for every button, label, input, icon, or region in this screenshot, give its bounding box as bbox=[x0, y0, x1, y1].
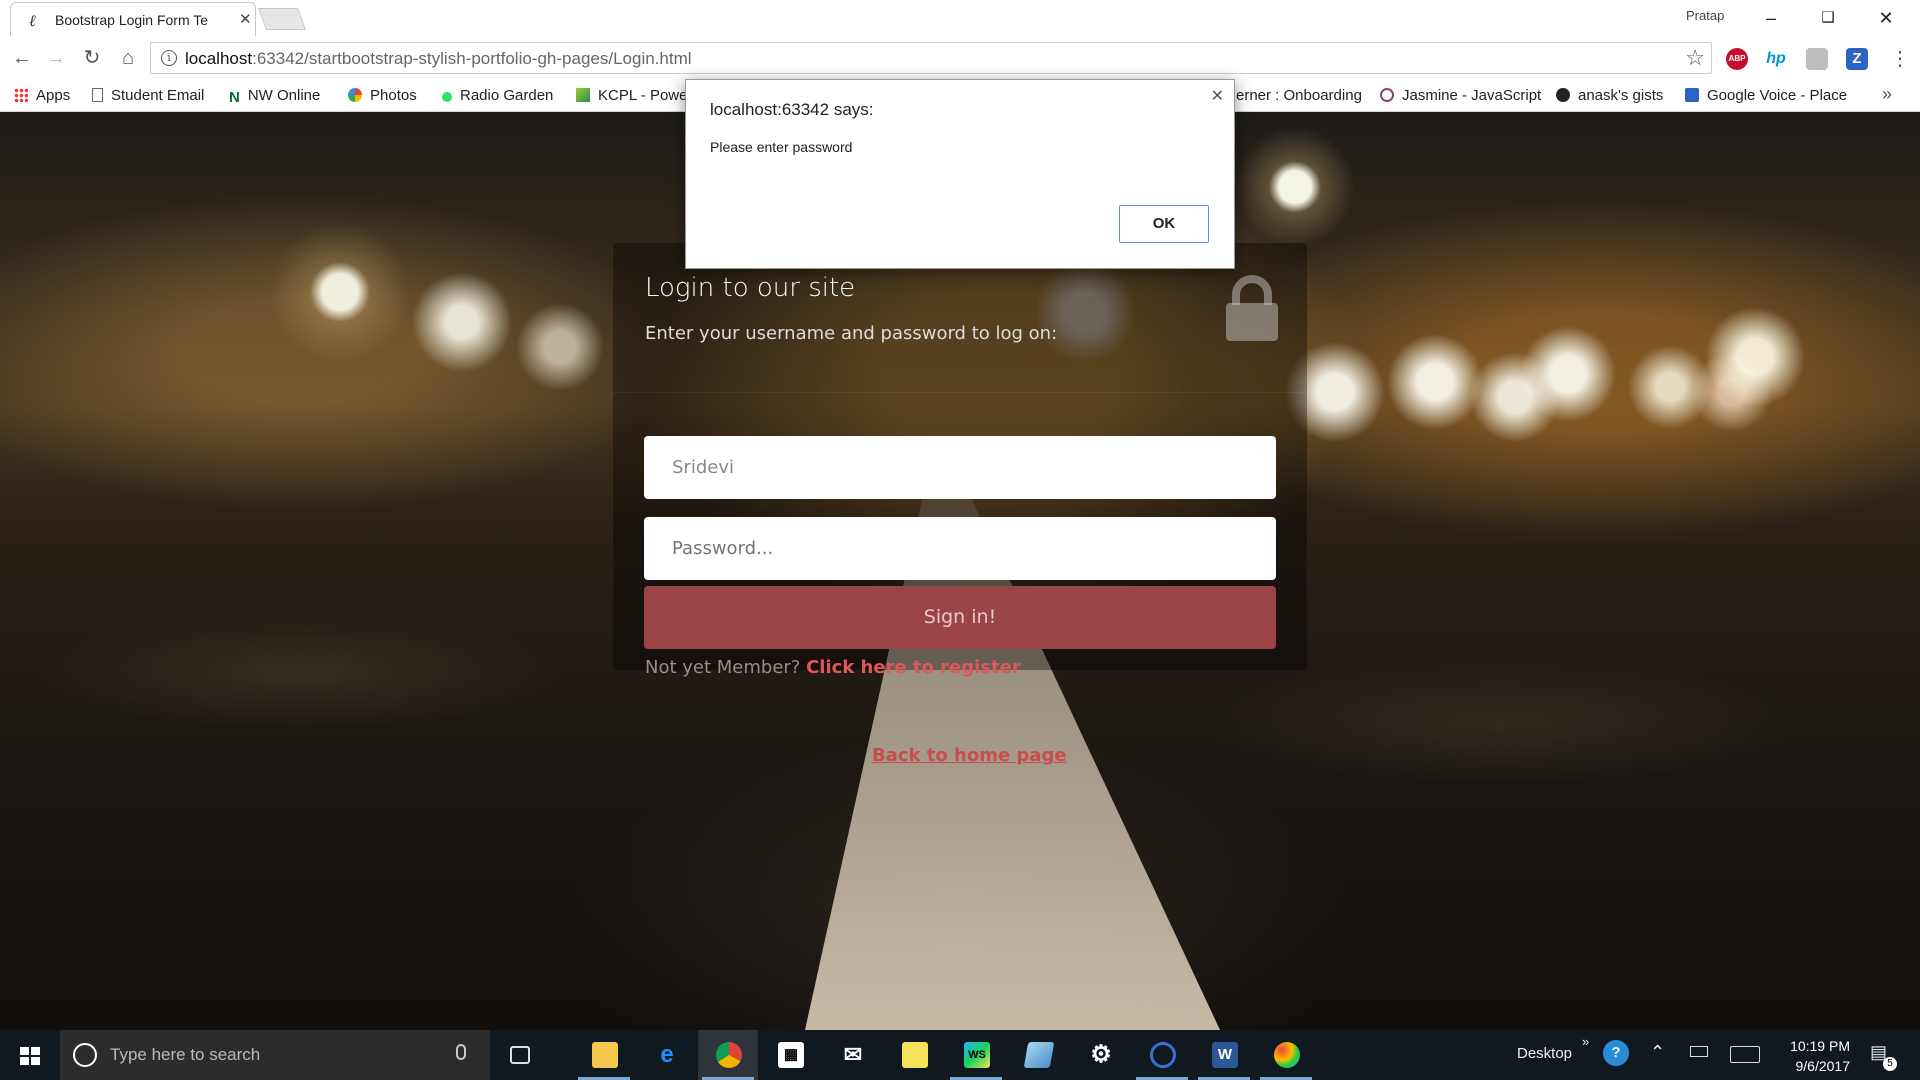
login-form: Login to our site Enter your username an… bbox=[613, 243, 1307, 670]
home-icon[interactable]: ⌂ bbox=[114, 44, 142, 72]
store-icon[interactable]: ▦ bbox=[760, 1030, 820, 1080]
browser-tab[interactable]: ℓ Bootstrap Login Form Te ✕ bbox=[10, 2, 256, 36]
bookmark-jasmine[interactable]: Jasmine - JavaScript bbox=[1380, 87, 1541, 104]
address-bar[interactable]: i localhost:63342/startbootstrap-stylish… bbox=[150, 42, 1712, 74]
password-input[interactable] bbox=[644, 517, 1276, 580]
settings-icon[interactable]: ⚙ bbox=[1070, 1030, 1130, 1080]
file-explorer-icon[interactable] bbox=[574, 1030, 634, 1080]
taskbar-search-placeholder: Type here to search bbox=[110, 1045, 261, 1064]
clock-time: 10:19 PM bbox=[1790, 1038, 1850, 1054]
edge-icon[interactable]: e bbox=[636, 1030, 696, 1080]
alert-title: localhost:63342 says: bbox=[710, 100, 874, 119]
back-icon[interactable]: ← bbox=[8, 44, 36, 72]
cortana-icon[interactable] bbox=[73, 1043, 97, 1067]
sticky-notes-icon[interactable] bbox=[884, 1030, 944, 1080]
notification-badge: 5 bbox=[1883, 1057, 1897, 1071]
alert-ok-button[interactable]: OK bbox=[1119, 205, 1209, 243]
task-view-icon[interactable] bbox=[490, 1030, 550, 1080]
github-icon bbox=[1556, 88, 1570, 102]
bookmark-apps[interactable]: Apps bbox=[14, 87, 70, 104]
adblock-icon[interactable]: ABP bbox=[1726, 48, 1748, 70]
tab-close-icon[interactable]: ✕ bbox=[239, 10, 252, 28]
page-icon bbox=[92, 88, 103, 102]
login-subtitle: Enter your username and password to log … bbox=[645, 323, 1058, 344]
word-icon[interactable]: W bbox=[1194, 1030, 1254, 1080]
bookmark-star-icon[interactable]: ☆ bbox=[1685, 45, 1705, 71]
chrome-icon[interactable] bbox=[698, 1030, 758, 1080]
bookmark-google-voice[interactable]: Google Voice - Place bbox=[1685, 87, 1863, 104]
bookmark-student-email[interactable]: Student Email bbox=[92, 87, 204, 104]
register-line: Not yet Member? Click here to register bbox=[645, 657, 1021, 678]
alert-dialog: ✕ localhost:63342 says: Please enter pas… bbox=[685, 79, 1235, 269]
bookmark-kcpl[interactable]: KCPL - Powe bbox=[576, 87, 687, 104]
toolbar-expand-icon[interactable]: » bbox=[1582, 1034, 1589, 1049]
register-link[interactable]: Click here to register bbox=[806, 657, 1021, 678]
photos-icon bbox=[348, 88, 362, 102]
zotero-icon[interactable]: Z bbox=[1846, 48, 1868, 70]
page-favicon-icon: ℓ bbox=[29, 11, 36, 30]
bookmark-anask-gists[interactable]: anask's gists bbox=[1556, 87, 1663, 104]
alert-message: Please enter password bbox=[710, 139, 853, 155]
app-icon[interactable] bbox=[1132, 1030, 1192, 1080]
keyboard-icon[interactable] bbox=[1730, 1046, 1760, 1063]
jasmine-icon bbox=[1380, 88, 1394, 102]
webstorm-icon[interactable]: WS bbox=[946, 1030, 1006, 1080]
bookmark-nw-online[interactable]: N NW Online bbox=[229, 87, 320, 106]
taskbar-search[interactable]: Type here to search bbox=[60, 1030, 490, 1080]
url-text: localhost:63342/startbootstrap-stylish-p… bbox=[185, 49, 692, 68]
nw-logo-icon: N bbox=[229, 89, 240, 106]
browser-titlebar: ℓ Bootstrap Login Form Te ✕ Pratap – ❏ ✕ bbox=[0, 0, 1920, 36]
google-voice-icon bbox=[1685, 88, 1699, 102]
desktop-toolbar-label[interactable]: Desktop bbox=[1517, 1045, 1572, 1062]
new-tab-button[interactable] bbox=[257, 8, 307, 30]
bookmark-photos[interactable]: Photos bbox=[348, 87, 417, 104]
info-icon[interactable]: i bbox=[161, 50, 177, 66]
paint-icon[interactable] bbox=[1256, 1030, 1316, 1080]
battery-icon[interactable] bbox=[1690, 1046, 1708, 1057]
username-input[interactable] bbox=[644, 436, 1276, 499]
more-bookmarks-icon[interactable]: » bbox=[1882, 84, 1892, 105]
windows-taskbar: Type here to search e ▦ ✉ WS ⚙ W Desktop… bbox=[0, 1030, 1920, 1080]
alert-close-icon[interactable]: ✕ bbox=[1211, 86, 1224, 106]
help-icon[interactable]: ? bbox=[1603, 1040, 1629, 1066]
taskbar-clock[interactable]: 10:19 PM 9/6/2017 bbox=[1770, 1036, 1850, 1076]
clock-date: 9/6/2017 bbox=[1795, 1058, 1851, 1074]
back-home-link[interactable]: Back to home page bbox=[872, 745, 1067, 766]
minimize-icon[interactable]: – bbox=[1751, 4, 1791, 32]
login-title: Login to our site bbox=[645, 273, 856, 303]
microphone-icon[interactable] bbox=[456, 1044, 466, 1060]
chrome-menu-icon[interactable]: ⋮ bbox=[1890, 46, 1910, 71]
bookmark-radio-garden[interactable]: Radio Garden bbox=[442, 87, 553, 104]
radio-garden-icon bbox=[442, 92, 452, 102]
lock-icon bbox=[1226, 275, 1278, 341]
reload-icon[interactable]: ↻ bbox=[78, 44, 106, 72]
hp-icon[interactable]: hp bbox=[1765, 48, 1787, 70]
forward-icon[interactable]: → bbox=[42, 44, 70, 72]
tab-title: Bootstrap Login Form Te bbox=[55, 12, 209, 28]
kcpl-icon bbox=[576, 88, 590, 102]
extension-icon[interactable] bbox=[1806, 48, 1828, 70]
profile-name[interactable]: Pratap bbox=[1686, 8, 1724, 23]
apps-grid-icon bbox=[14, 88, 28, 102]
mail-icon[interactable]: ✉ bbox=[822, 1030, 882, 1080]
bookmark-onboarding[interactable]: erner : Onboarding bbox=[1236, 87, 1362, 104]
windows-start-icon[interactable] bbox=[0, 1030, 60, 1080]
app-icon[interactable] bbox=[1008, 1030, 1068, 1080]
register-prompt: Not yet Member? bbox=[645, 657, 807, 678]
tray-chevron-icon[interactable]: ⌃ bbox=[1650, 1042, 1665, 1063]
sign-in-button[interactable]: Sign in! bbox=[644, 586, 1276, 649]
close-window-icon[interactable]: ✕ bbox=[1866, 4, 1906, 32]
restore-icon[interactable]: ❏ bbox=[1808, 4, 1848, 32]
browser-toolbar: ← → ↻ ⌂ i localhost:63342/startbootstrap… bbox=[0, 36, 1920, 80]
